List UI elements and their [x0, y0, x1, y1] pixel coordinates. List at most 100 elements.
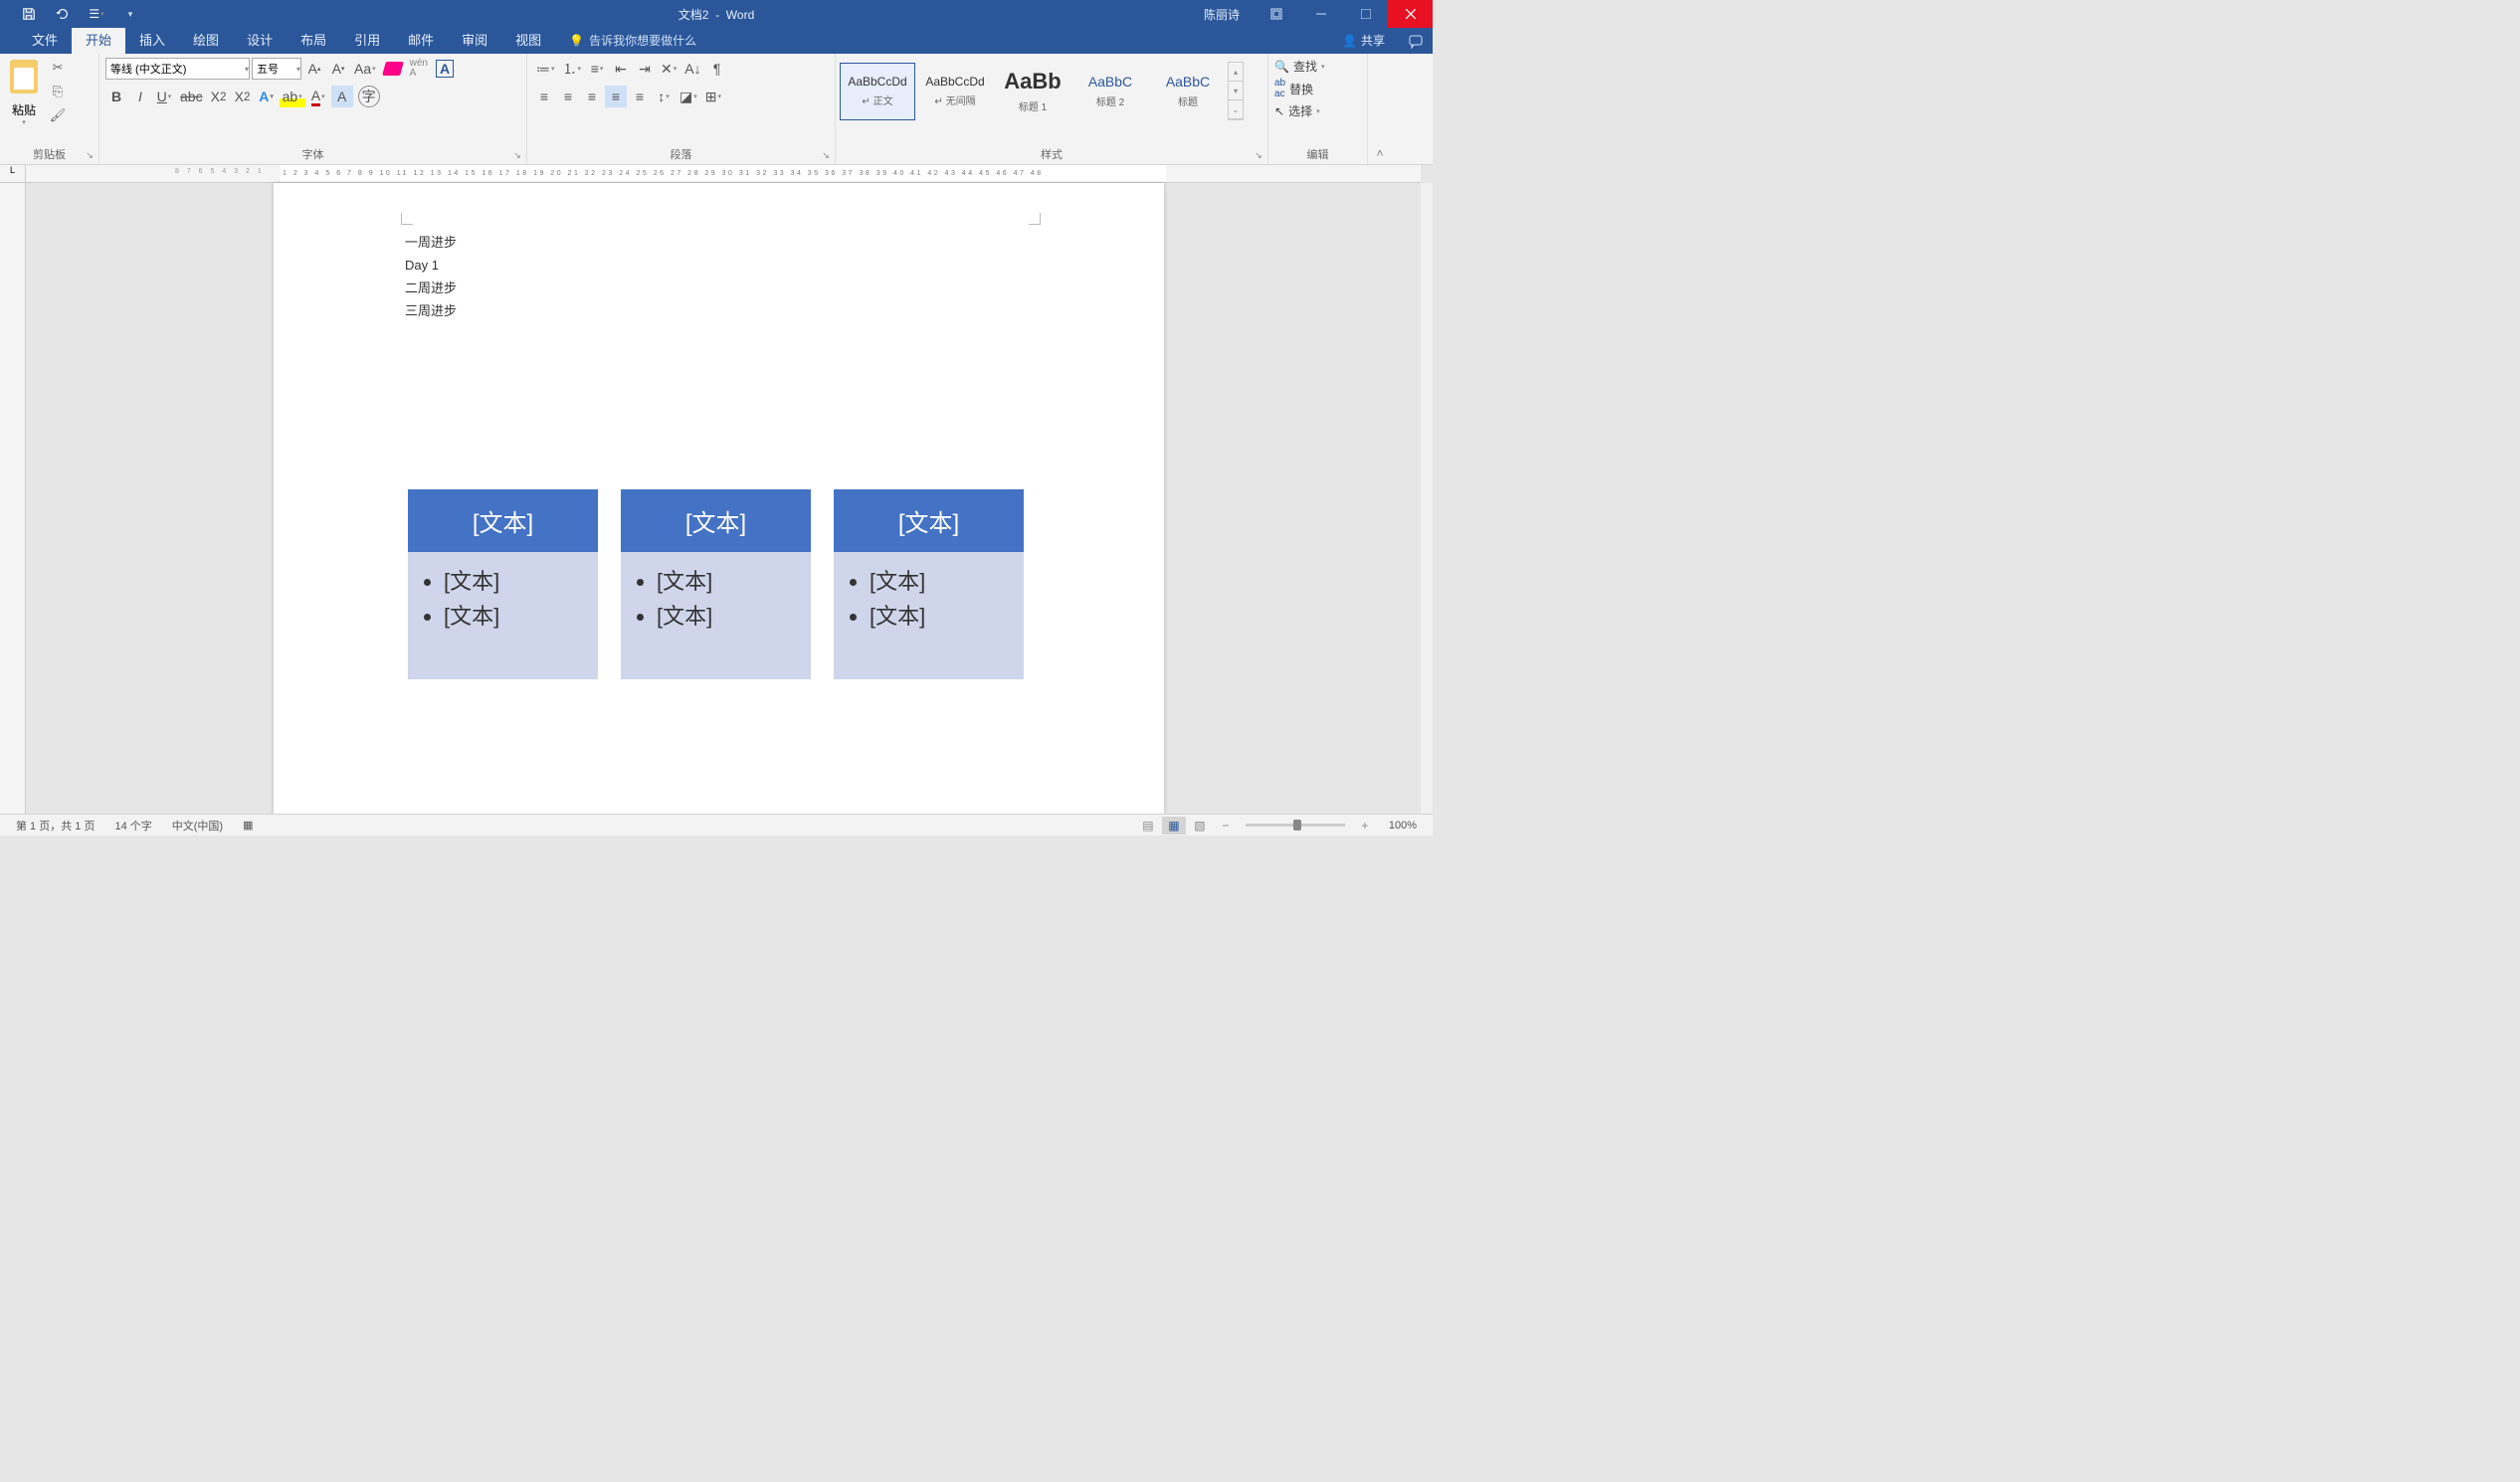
cut-icon[interactable]: ✂ [48, 60, 68, 78]
copy-icon[interactable]: ⎘ [48, 84, 68, 101]
zoom-out-button[interactable]: − [1214, 817, 1238, 834]
shrink-font-icon[interactable]: A▾ [327, 58, 349, 80]
asian-layout-icon[interactable]: ✕ [658, 58, 679, 80]
strike-icon[interactable]: abc [177, 86, 206, 107]
char-shading-icon[interactable]: A [331, 86, 353, 107]
enclosed-char-icon[interactable]: 字 [355, 86, 383, 107]
smartart-title[interactable]: [文本] [834, 489, 1024, 552]
smartart-item[interactable]: [文本] [870, 599, 1010, 634]
align-right-icon[interactable]: ≡ [581, 86, 603, 107]
styles-more-button[interactable]: ▴▾⌄ [1228, 62, 1244, 120]
select-button[interactable]: ↖选择▾ [1274, 102, 1320, 119]
tab-draw[interactable]: 绘图 [179, 25, 233, 54]
phonetic-icon[interactable]: wénA [407, 58, 431, 80]
web-layout-icon[interactable]: ▧ [1188, 817, 1212, 834]
smartart-title[interactable]: [文本] [408, 489, 598, 552]
decrease-indent-icon[interactable]: ⇤ [610, 58, 632, 80]
ribbon-options-icon[interactable] [1254, 0, 1298, 28]
superscript-icon[interactable]: X2 [232, 86, 254, 107]
language[interactable]: 中文(中国) [162, 818, 233, 834]
highlight-icon[interactable]: ab [280, 86, 305, 107]
smartart-item[interactable]: [文本] [870, 564, 1010, 599]
style-heading2[interactable]: AaBbC标题 2 [1072, 63, 1148, 120]
smartart-graphic[interactable]: [文本] [文本][文本] [文本] [文本][文本] [文本] [文本][文本… [408, 489, 1024, 679]
minimize-icon[interactable] [1298, 0, 1343, 28]
smartart-card[interactable]: [文本] [文本][文本] [834, 489, 1024, 679]
tab-mailings[interactable]: 邮件 [394, 25, 448, 54]
format-painter-icon[interactable]: 🖌 [48, 107, 68, 125]
font-color-icon[interactable]: A [307, 86, 329, 107]
vertical-ruler[interactable] [0, 183, 26, 814]
print-layout-icon[interactable]: ▦ [1162, 817, 1186, 834]
zoom-slider[interactable] [1246, 824, 1345, 827]
underline-icon[interactable]: U [153, 86, 175, 107]
font-size-input[interactable]: 五号▾ [252, 58, 301, 80]
text-effects-icon[interactable]: A [256, 86, 278, 107]
bullets-icon[interactable]: ≔ [533, 58, 558, 80]
style-normal[interactable]: AaBbCcDd↵ 正文 [840, 63, 915, 120]
smartart-card[interactable]: [文本] [文本][文本] [621, 489, 811, 679]
tab-insert[interactable]: 插入 [125, 25, 179, 54]
clear-format-icon[interactable] [381, 58, 405, 80]
tab-references[interactable]: 引用 [340, 25, 394, 54]
text-line[interactable]: 一周进步 [405, 231, 457, 254]
vertical-scrollbar[interactable] [1421, 183, 1433, 814]
smartart-item[interactable]: [文本] [444, 599, 584, 634]
ruler-corner[interactable]: L [0, 165, 26, 183]
tab-file[interactable]: 文件 [18, 25, 72, 54]
page[interactable]: 一周进步 Day 1 二周进步 三周进步 [文本] [文本][文本] [文本] … [274, 183, 1164, 814]
shading-icon[interactable]: ◪ [677, 86, 700, 107]
grow-font-icon[interactable]: A▴ [303, 58, 325, 80]
change-case-icon[interactable]: Aa [351, 58, 379, 80]
numbering-icon[interactable]: ⒈ [560, 58, 585, 80]
borders-icon[interactable]: ⊞ [702, 86, 724, 107]
horizontal-ruler[interactable]: 1 2 3 4 5 6 7 8 9 10 11 12 13 14 15 16 1… [26, 165, 1421, 183]
multilevel-icon[interactable]: ≡ [586, 58, 608, 80]
user-name[interactable]: 陈丽诗 [1190, 6, 1254, 23]
read-mode-icon[interactable]: ▤ [1136, 817, 1160, 834]
dialog-launcher-icon[interactable]: ↘ [820, 150, 832, 162]
paste-button[interactable]: 粘贴 ▾ [4, 56, 44, 126]
style-heading1[interactable]: AaBb标题 1 [995, 63, 1070, 120]
show-marks-icon[interactable]: ¶ [706, 58, 728, 80]
tab-home[interactable]: 开始 [72, 25, 125, 54]
bold-icon[interactable]: B [105, 86, 127, 107]
collapse-ribbon-icon[interactable]: ˄ [1368, 54, 1392, 164]
justify-icon[interactable]: ≡ [605, 86, 627, 107]
list-icon[interactable]: ☰ [86, 3, 107, 25]
replace-button[interactable]: abac替换 [1274, 78, 1313, 99]
close-icon[interactable] [1388, 0, 1433, 28]
subscript-icon[interactable]: X2 [208, 86, 230, 107]
maximize-icon[interactable] [1343, 0, 1388, 28]
macro-icon[interactable]: ▦ [233, 819, 263, 832]
style-title[interactable]: AaBbC标题 [1150, 63, 1226, 120]
char-border-icon[interactable]: A [433, 58, 457, 80]
dialog-launcher-icon[interactable]: ↘ [84, 150, 96, 162]
sort-icon[interactable]: A↓ [681, 58, 703, 80]
zoom-level[interactable]: 100% [1379, 820, 1427, 832]
tab-design[interactable]: 设计 [233, 25, 287, 54]
smartart-card[interactable]: [文本] [文本][文本] [408, 489, 598, 679]
smartart-item[interactable]: [文本] [657, 564, 797, 599]
qat-custom-icon[interactable]: ▾ [119, 3, 141, 25]
text-line[interactable]: 三周进步 [405, 299, 457, 322]
style-nospacing[interactable]: AaBbCcDd↵ 无间隔 [917, 63, 993, 120]
smartart-item[interactable]: [文本] [657, 599, 797, 634]
smartart-title[interactable]: [文本] [621, 489, 811, 552]
share-button[interactable]: 👤共享 [1328, 27, 1399, 54]
text-line[interactable]: Day 1 [405, 254, 457, 277]
align-left-icon[interactable]: ≡ [533, 86, 555, 107]
save-icon[interactable] [18, 3, 40, 25]
dialog-launcher-icon[interactable]: ↘ [1253, 150, 1264, 162]
find-button[interactable]: 🔍查找▾ [1274, 58, 1324, 75]
line-spacing-icon[interactable]: ↕ [653, 86, 675, 107]
distribute-icon[interactable]: ≡ [629, 86, 651, 107]
tab-view[interactable]: 视图 [501, 25, 555, 54]
undo-icon[interactable] [52, 3, 74, 25]
font-name-input[interactable]: 等线 (中文正文)▾ [105, 58, 250, 80]
word-count[interactable]: 14 个字 [104, 818, 161, 834]
tab-review[interactable]: 审阅 [448, 25, 501, 54]
document-text[interactable]: 一周进步 Day 1 二周进步 三周进步 [405, 231, 457, 322]
italic-icon[interactable]: I [129, 86, 151, 107]
tab-layout[interactable]: 布局 [287, 25, 340, 54]
